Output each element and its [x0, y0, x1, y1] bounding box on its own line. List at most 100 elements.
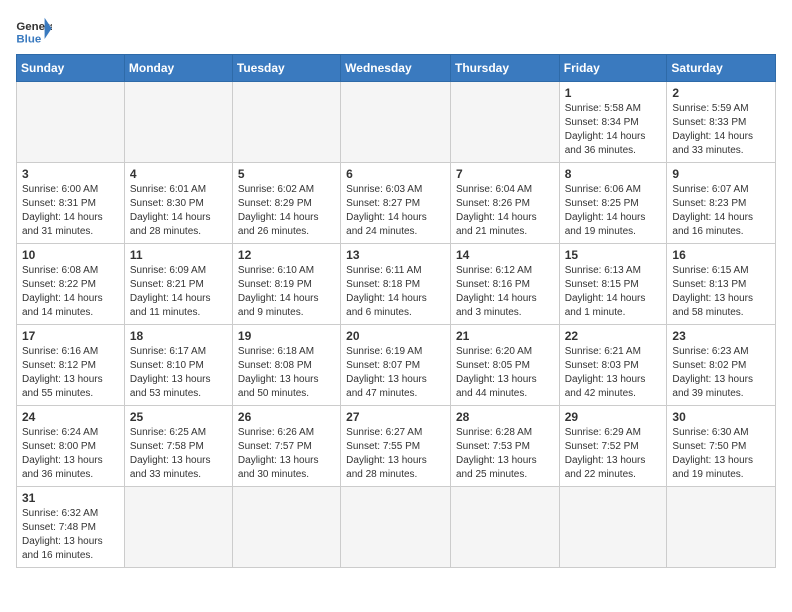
day-number: 26: [238, 410, 335, 424]
day-number: 31: [22, 491, 119, 505]
calendar-cell: 4 Sunrise: 6:01 AM Sunset: 8:30 PM Daylig…: [124, 163, 232, 244]
calendar-cell: 27 Sunrise: 6:27 AM Sunset: 7:55 PM Dayli…: [341, 406, 451, 487]
day-info: Sunrise: 6:27 AM Sunset: 7:55 PM Dayligh…: [346, 426, 445, 482]
calendar-cell: 17 Sunrise: 6:16 AM Sunset: 8:12 PM Dayli…: [17, 325, 125, 406]
calendar-cell: 24 Sunrise: 6:24 AM Sunset: 8:00 PM Dayli…: [17, 406, 125, 487]
day-number: 9: [672, 167, 770, 181]
calendar-cell: 9 Sunrise: 6:07 AM Sunset: 8:23 PM Daylig…: [667, 163, 776, 244]
logo: General Blue: [16, 16, 52, 46]
day-number: 29: [565, 410, 662, 424]
day-info: Sunrise: 6:08 AM Sunset: 8:22 PM Dayligh…: [22, 264, 119, 320]
day-info: Sunrise: 6:21 AM Sunset: 8:03 PM Dayligh…: [565, 345, 662, 401]
page-header: General Blue: [16, 16, 776, 46]
day-number: 17: [22, 329, 119, 343]
calendar-cell: 29 Sunrise: 6:29 AM Sunset: 7:52 PM Dayli…: [559, 406, 667, 487]
day-number: 23: [672, 329, 770, 343]
day-info: Sunrise: 6:01 AM Sunset: 8:30 PM Dayligh…: [130, 183, 227, 239]
day-number: 13: [346, 248, 445, 262]
day-info: Sunrise: 6:15 AM Sunset: 8:13 PM Dayligh…: [672, 264, 770, 320]
calendar-cell: 21Sunrise: 6:20 AM Sunset: 8:05 PM Dayli…: [450, 325, 559, 406]
day-number: 3: [22, 167, 119, 181]
weekday-header-sunday: Sunday: [17, 55, 125, 82]
day-number: 28: [456, 410, 554, 424]
calendar-cell: [124, 487, 232, 568]
calendar-cell: 8Sunrise: 6:06 AM Sunset: 8:25 PM Daylig…: [559, 163, 667, 244]
calendar-cell: [667, 487, 776, 568]
weekday-header-monday: Monday: [124, 55, 232, 82]
day-number: 4: [130, 167, 227, 181]
day-info: Sunrise: 6:29 AM Sunset: 7:52 PM Dayligh…: [565, 426, 662, 482]
calendar-cell: 10 Sunrise: 6:08 AM Sunset: 8:22 PM Dayli…: [17, 244, 125, 325]
day-info: Sunrise: 6:24 AM Sunset: 8:00 PM Dayligh…: [22, 426, 119, 482]
calendar-cell: 25 Sunrise: 6:25 AM Sunset: 7:58 PM Dayli…: [124, 406, 232, 487]
calendar-cell: [341, 82, 451, 163]
day-number: 27: [346, 410, 445, 424]
day-number: 24: [22, 410, 119, 424]
calendar-cell: 30 Sunrise: 6:30 AM Sunset: 7:50 PM Dayli…: [667, 406, 776, 487]
calendar-cell: [559, 487, 667, 568]
day-number: 20: [346, 329, 445, 343]
day-info: Sunrise: 6:02 AM Sunset: 8:29 PM Dayligh…: [238, 183, 335, 239]
day-info: Sunrise: 5:58 AM Sunset: 8:34 PM Dayligh…: [565, 102, 662, 158]
calendar-cell: [341, 487, 451, 568]
calendar-cell: 23 Sunrise: 6:23 AM Sunset: 8:02 PM Dayli…: [667, 325, 776, 406]
day-number: 5: [238, 167, 335, 181]
day-info: Sunrise: 6:13 AM Sunset: 8:15 PM Dayligh…: [565, 264, 662, 320]
day-info: Sunrise: 6:30 AM Sunset: 7:50 PM Dayligh…: [672, 426, 770, 482]
calendar-cell: 5 Sunrise: 6:02 AM Sunset: 8:29 PM Daylig…: [232, 163, 340, 244]
day-number: 22: [565, 329, 662, 343]
calendar-cell: 13 Sunrise: 6:11 AM Sunset: 8:18 PM Dayli…: [341, 244, 451, 325]
calendar-cell: 19 Sunrise: 6:18 AM Sunset: 8:08 PM Dayli…: [232, 325, 340, 406]
day-number: 16: [672, 248, 770, 262]
day-info: Sunrise: 6:04 AM Sunset: 8:26 PM Dayligh…: [456, 183, 554, 239]
day-number: 19: [238, 329, 335, 343]
day-number: 18: [130, 329, 227, 343]
calendar-cell: [450, 487, 559, 568]
day-info: Sunrise: 6:00 AM Sunset: 8:31 PM Dayligh…: [22, 183, 119, 239]
day-number: 15: [565, 248, 662, 262]
day-info: Sunrise: 6:07 AM Sunset: 8:23 PM Dayligh…: [672, 183, 770, 239]
day-info: Sunrise: 6:09 AM Sunset: 8:21 PM Dayligh…: [130, 264, 227, 320]
day-info: Sunrise: 5:59 AM Sunset: 8:33 PM Dayligh…: [672, 102, 770, 158]
weekday-header-thursday: Thursday: [450, 55, 559, 82]
calendar-cell: 2Sunrise: 5:59 AM Sunset: 8:33 PM Daylig…: [667, 82, 776, 163]
day-number: 1: [565, 86, 662, 100]
day-number: 11: [130, 248, 227, 262]
calendar-cell: 28Sunrise: 6:28 AM Sunset: 7:53 PM Dayli…: [450, 406, 559, 487]
day-info: Sunrise: 6:18 AM Sunset: 8:08 PM Dayligh…: [238, 345, 335, 401]
calendar-cell: 31 Sunrise: 6:32 AM Sunset: 7:48 PM Dayli…: [17, 487, 125, 568]
day-info: Sunrise: 6:19 AM Sunset: 8:07 PM Dayligh…: [346, 345, 445, 401]
day-number: 25: [130, 410, 227, 424]
svg-text:Blue: Blue: [16, 33, 41, 45]
calendar-cell: 15 Sunrise: 6:13 AM Sunset: 8:15 PM Dayli…: [559, 244, 667, 325]
calendar-cell: 26Sunrise: 6:26 AM Sunset: 7:57 PM Dayli…: [232, 406, 340, 487]
calendar-cell: 20 Sunrise: 6:19 AM Sunset: 8:07 PM Dayli…: [341, 325, 451, 406]
calendar-cell: 3 Sunrise: 6:00 AM Sunset: 8:31 PM Daylig…: [17, 163, 125, 244]
day-info: Sunrise: 6:16 AM Sunset: 8:12 PM Dayligh…: [22, 345, 119, 401]
logo-icon: General Blue: [16, 16, 52, 46]
day-info: Sunrise: 6:25 AM Sunset: 7:58 PM Dayligh…: [130, 426, 227, 482]
day-number: 10: [22, 248, 119, 262]
calendar-cell: 7 Sunrise: 6:04 AM Sunset: 8:26 PM Daylig…: [450, 163, 559, 244]
day-info: Sunrise: 6:10 AM Sunset: 8:19 PM Dayligh…: [238, 264, 335, 320]
calendar-cell: [450, 82, 559, 163]
day-number: 21: [456, 329, 554, 343]
day-number: 7: [456, 167, 554, 181]
calendar-table: SundayMondayTuesdayWednesdayThursdayFrid…: [16, 54, 776, 568]
calendar-cell: 22 Sunrise: 6:21 AM Sunset: 8:03 PM Dayli…: [559, 325, 667, 406]
day-info: Sunrise: 6:12 AM Sunset: 8:16 PM Dayligh…: [456, 264, 554, 320]
day-info: Sunrise: 6:03 AM Sunset: 8:27 PM Dayligh…: [346, 183, 445, 239]
day-number: 12: [238, 248, 335, 262]
day-info: Sunrise: 6:23 AM Sunset: 8:02 PM Dayligh…: [672, 345, 770, 401]
weekday-header-tuesday: Tuesday: [232, 55, 340, 82]
calendar-cell: [232, 82, 340, 163]
day-info: Sunrise: 6:17 AM Sunset: 8:10 PM Dayligh…: [130, 345, 227, 401]
weekday-header-friday: Friday: [559, 55, 667, 82]
calendar-cell: [232, 487, 340, 568]
day-info: Sunrise: 6:32 AM Sunset: 7:48 PM Dayligh…: [22, 507, 119, 563]
calendar-cell: [124, 82, 232, 163]
day-info: Sunrise: 6:11 AM Sunset: 8:18 PM Dayligh…: [346, 264, 445, 320]
calendar-cell: 11 Sunrise: 6:09 AM Sunset: 8:21 PM Dayli…: [124, 244, 232, 325]
calendar-cell: 1 Sunrise: 5:58 AM Sunset: 8:34 PM Daylig…: [559, 82, 667, 163]
day-number: 30: [672, 410, 770, 424]
